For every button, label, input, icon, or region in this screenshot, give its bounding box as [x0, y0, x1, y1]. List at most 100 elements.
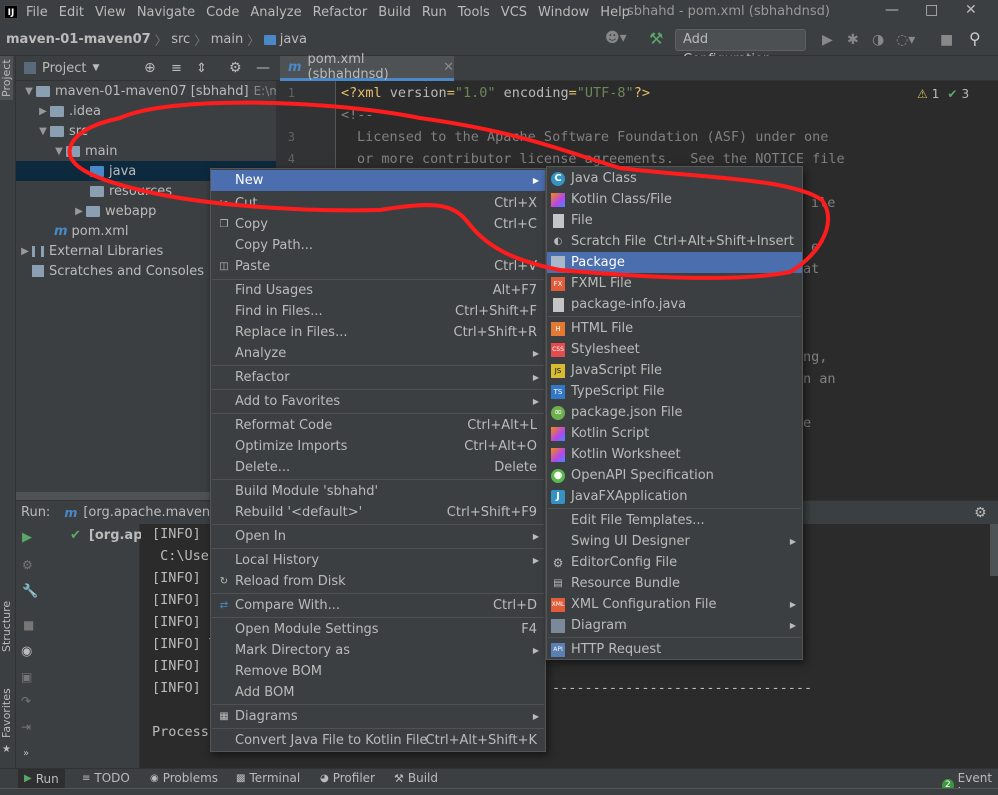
- submenu-item-javafx[interactable]: J JavaFXApplication: [547, 486, 802, 507]
- exit-icon[interactable]: ⇥: [21, 720, 31, 734]
- tree-item-idea[interactable]: ▶ .idea: [36, 101, 101, 121]
- favorites-tool-button[interactable]: Favorites: [0, 688, 13, 738]
- eye-icon[interactable]: ◉: [21, 644, 32, 659]
- camera-icon[interactable]: ▣: [21, 670, 32, 684]
- menu-item-new[interactable]: New ▶: [211, 170, 545, 191]
- profile-icon[interactable]: ◌▾: [896, 32, 915, 48]
- submenu-item-package-json[interactable]: ∞ package.json File: [547, 402, 802, 423]
- menu-item-add-bom[interactable]: Add BOM: [211, 682, 545, 703]
- submenu-item-kotlin-worksheet[interactable]: Kotlin Worksheet: [547, 444, 802, 465]
- stop-icon[interactable]: ■: [23, 618, 34, 632]
- menu-item-copy[interactable]: ❐ Copy Ctrl+C: [211, 214, 545, 235]
- structure-tool-button[interactable]: Structure: [0, 601, 13, 652]
- project-tool-button[interactable]: Project: [0, 56, 13, 100]
- breadcrumb-project[interactable]: maven-01-maven07: [6, 32, 151, 47]
- tree-item-main[interactable]: ▼ main: [52, 141, 117, 161]
- project-view-title[interactable]: Project: [42, 61, 86, 76]
- menu-item-diagrams[interactable]: ▦ Diagrams ▶: [211, 706, 545, 727]
- menu-tools[interactable]: Tools: [458, 5, 490, 20]
- menu-item-compare-with[interactable]: ⇄ Compare With... Ctrl+D: [211, 595, 545, 616]
- chevron-down-icon[interactable]: ▼: [92, 63, 99, 73]
- minimize-icon[interactable]: —: [885, 2, 899, 18]
- tree-item-webapp[interactable]: ▶ webapp: [72, 201, 156, 221]
- user-icon[interactable]: ☻▾: [605, 30, 627, 46]
- collapse-all-icon[interactable]: ≡: [171, 61, 182, 76]
- menu-navigate[interactable]: Navigate: [137, 5, 195, 20]
- submenu-item-stylesheet[interactable]: CSS Stylesheet: [547, 339, 802, 360]
- close-icon[interactable]: ✕: [965, 2, 977, 18]
- menu-run[interactable]: Run: [422, 5, 447, 20]
- submenu-item-swing-ui-designer[interactable]: Swing UI Designer ▶: [547, 531, 802, 552]
- menu-item-analyze[interactable]: Analyze ▶: [211, 343, 545, 364]
- submenu-item-http-request[interactable]: API HTTP Request: [547, 639, 802, 660]
- stop-icon[interactable]: ■: [940, 32, 953, 48]
- menu-item-mark-directory-as[interactable]: Mark Directory as ▶: [211, 640, 545, 661]
- maximize-icon[interactable]: □: [925, 2, 938, 18]
- debug-icon[interactable]: ✱: [847, 32, 859, 48]
- menu-item-open-module-settings[interactable]: Open Module Settings F4: [211, 619, 545, 640]
- submenu-item-xml-config[interactable]: XML XML Configuration File ▶: [547, 594, 802, 615]
- submenu-item-file[interactable]: File: [547, 210, 802, 231]
- submenu-item-typescript[interactable]: TS TypeScript File: [547, 381, 802, 402]
- menu-item-build-module[interactable]: Build Module 'sbhahd': [211, 481, 545, 502]
- profiler-tool-button[interactable]: ◕ Profiler: [320, 771, 375, 785]
- submenu-item-java-class[interactable]: C Java Class: [547, 168, 802, 189]
- coverage-icon[interactable]: ◑: [872, 32, 884, 48]
- run-tab[interactable]: [org.apache.maven.p: [83, 505, 222, 520]
- submenu-item-kotlin-script[interactable]: Kotlin Script: [547, 423, 802, 444]
- submenu-item-edit-file-templates[interactable]: Edit File Templates...: [547, 510, 802, 531]
- menu-item-cut[interactable]: ✂ Cut Ctrl+X: [211, 193, 545, 214]
- menu-code[interactable]: Code: [206, 5, 239, 20]
- gear-icon[interactable]: ⚙: [974, 505, 987, 521]
- menu-item-local-history[interactable]: Local History ▶: [211, 550, 545, 571]
- export-icon[interactable]: ↷: [21, 694, 31, 708]
- submenu-item-fxml[interactable]: FX FXML File: [547, 273, 802, 294]
- terminal-tool-button[interactable]: ▩ Terminal: [236, 771, 300, 785]
- menu-vcs[interactable]: VCS: [501, 5, 527, 20]
- menu-item-refactor[interactable]: Refactor ▶: [211, 367, 545, 388]
- editor-tab-pom[interactable]: m pom.xml (sbhahdnsd) ✕: [280, 52, 454, 82]
- run-tree-item[interactable]: ✔ [org.apa: [70, 528, 151, 543]
- close-tab-icon[interactable]: ✕: [443, 60, 454, 75]
- menu-item-find-usages[interactable]: Find Usages Alt+F7: [211, 280, 545, 301]
- run-icon[interactable]: ▶: [822, 32, 833, 48]
- gear-icon[interactable]: ⚙: [229, 60, 242, 76]
- debug-icon[interactable]: ⚙: [22, 558, 33, 572]
- menu-item-copy-path[interactable]: Copy Path...: [211, 235, 545, 256]
- tree-item-src[interactable]: ▼ src: [36, 121, 88, 141]
- menu-build[interactable]: Build: [378, 5, 411, 20]
- tree-item-scratches[interactable]: Scratches and Consoles: [32, 261, 204, 281]
- inspection-widget[interactable]: ⚠ 1 ✔ 3: [917, 87, 969, 101]
- menu-analyze[interactable]: Analyze: [250, 5, 301, 20]
- breadcrumb-src[interactable]: src: [171, 32, 190, 47]
- menu-item-reload-from-disk[interactable]: ↻ Reload from Disk: [211, 571, 545, 592]
- menu-item-reformat-code[interactable]: Reformat Code Ctrl+Alt+L: [211, 415, 545, 436]
- menu-item-open-in[interactable]: Open In ▶: [211, 526, 545, 547]
- menu-item-delete[interactable]: Delete... Delete: [211, 457, 545, 478]
- submenu-item-diagram[interactable]: Diagram ▶: [547, 615, 802, 636]
- menu-item-paste[interactable]: ◫ Paste Ctrl+V: [211, 256, 545, 277]
- menu-edit[interactable]: Edit: [59, 5, 84, 20]
- search-icon[interactable]: ⚲: [969, 29, 981, 48]
- menu-item-optimize-imports[interactable]: Optimize Imports Ctrl+Alt+O: [211, 436, 545, 457]
- vertical-scrollbar[interactable]: [990, 524, 998, 576]
- menu-item-rebuild[interactable]: Rebuild '<default>' Ctrl+Shift+F9: [211, 502, 545, 523]
- more-icon[interactable]: »: [23, 748, 29, 759]
- tree-item-pom[interactable]: m pom.xml: [54, 221, 129, 241]
- menu-item-add-to-favorites[interactable]: Add to Favorites ▶: [211, 391, 545, 412]
- locate-icon[interactable]: ⊕: [144, 60, 156, 76]
- submenu-item-editorconfig[interactable]: ⚙ EditorConfig File: [547, 552, 802, 573]
- menu-refactor[interactable]: Refactor: [313, 5, 368, 20]
- submenu-item-html[interactable]: H HTML File: [547, 318, 802, 339]
- submenu-item-package[interactable]: Package: [547, 252, 802, 273]
- problems-tool-button[interactable]: ◉ Problems: [150, 771, 218, 785]
- hide-panel-icon[interactable]: —: [256, 60, 270, 76]
- submenu-item-resource-bundle[interactable]: ▤ Resource Bundle: [547, 573, 802, 594]
- run-tool-button[interactable]: ▶ Run: [18, 769, 65, 788]
- submenu-item-openapi[interactable]: ● OpenAPI Specification: [547, 465, 802, 486]
- submenu-item-kotlin-class[interactable]: Kotlin Class/File: [547, 189, 802, 210]
- tree-item-external-libraries[interactable]: ▶ External Libraries: [18, 241, 163, 261]
- menu-window[interactable]: Window: [538, 5, 589, 20]
- submenu-item-scratch-file[interactable]: ◐ Scratch File Ctrl+Alt+Shift+Insert: [547, 231, 802, 252]
- breadcrumb-main[interactable]: main: [211, 32, 243, 47]
